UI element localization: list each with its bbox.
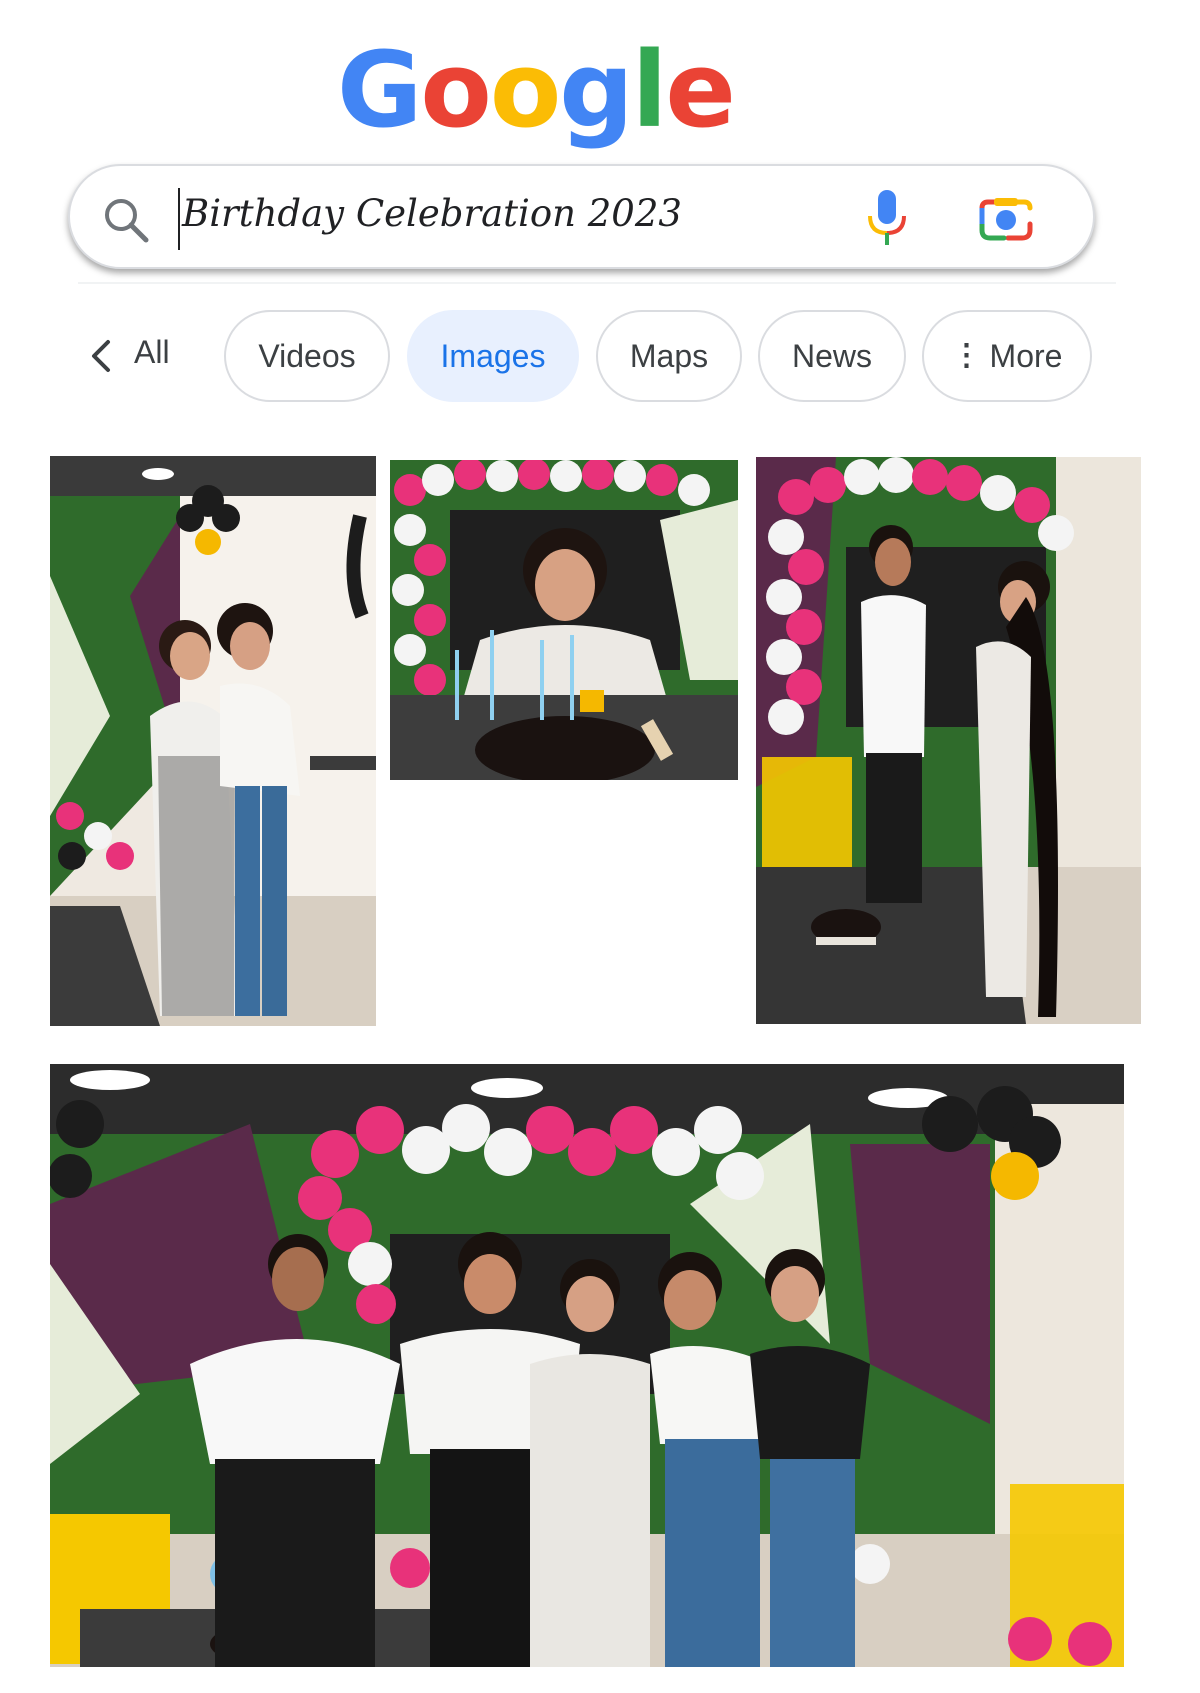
search-input[interactable]: Birthday Celebration 2023 xyxy=(182,192,682,235)
man-and-woman-cake-photo[interactable] xyxy=(756,457,1141,1024)
tab-more[interactable]: ⋮ More xyxy=(922,310,1092,402)
logo-letter: l xyxy=(631,29,668,151)
logo-letter: e xyxy=(665,29,736,151)
tab-label: News xyxy=(791,337,872,374)
tab-videos[interactable]: Videos xyxy=(224,310,390,402)
logo-letter: o xyxy=(420,29,491,151)
tab-maps[interactable]: Maps xyxy=(596,310,742,402)
tab-label: Maps xyxy=(629,337,709,374)
header-divider xyxy=(78,282,1116,284)
group-photo[interactable] xyxy=(50,1064,1124,1667)
search-icon[interactable] xyxy=(100,194,152,246)
more-vert-icon: ⋮ xyxy=(951,339,982,372)
two-women-hugging-photo[interactable] xyxy=(50,456,376,1026)
search-box[interactable]: Birthday Celebration 2023 xyxy=(68,164,1095,269)
chevron-left-icon[interactable] xyxy=(88,338,112,374)
tab-label: Videos xyxy=(258,337,356,374)
tab-news[interactable]: News xyxy=(758,310,906,402)
tab-images[interactable]: Images xyxy=(407,310,579,402)
logo-letter: o xyxy=(489,29,561,151)
google-lens-icon[interactable] xyxy=(976,194,1036,244)
text-caret xyxy=(178,188,180,250)
tab-all[interactable]: All xyxy=(134,334,170,371)
google-logo[interactable]: Google xyxy=(337,29,736,151)
logo-letter: G xyxy=(337,29,422,151)
woman-with-cake-photo[interactable] xyxy=(390,460,738,780)
search-tabs: All Videos Images Maps News ⋮ More xyxy=(0,310,1200,404)
microphone-icon[interactable] xyxy=(862,188,912,248)
tab-label: Images xyxy=(440,337,546,374)
tab-label: More xyxy=(989,337,1063,374)
logo-letter: g xyxy=(559,29,633,151)
